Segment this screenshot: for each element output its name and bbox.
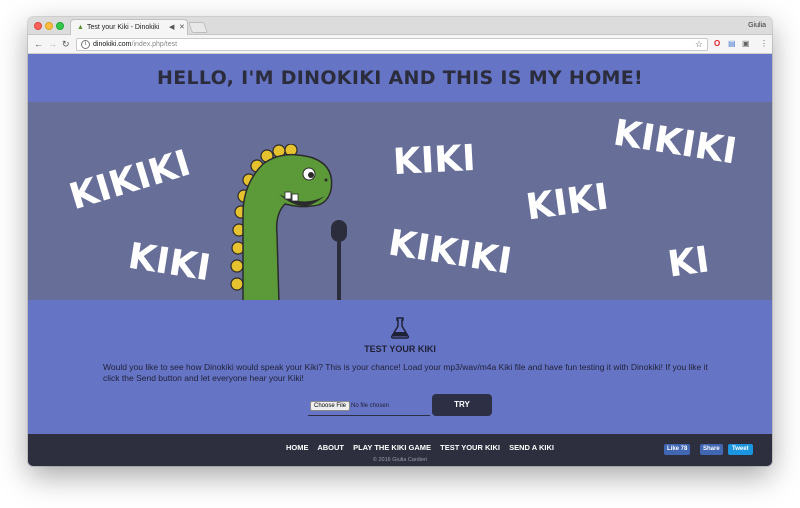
dino-favicon-icon: ▲ bbox=[77, 24, 84, 31]
test-section-description: Would you like to see how Dinokiki would… bbox=[103, 362, 708, 383]
page-title: HELLO, I'M DINOKIKI AND THIS IS MY HOME! bbox=[157, 67, 643, 89]
footer-link-about[interactable]: ABOUT bbox=[317, 443, 344, 452]
dinosaur-illustration bbox=[230, 144, 333, 300]
cast-icon[interactable]: ▣ bbox=[742, 39, 750, 49]
footer: HOME ABOUT PLAY THE KIKI GAME TEST YOUR … bbox=[28, 434, 772, 466]
browser-toolbar: ← → ↻ i dinokiki.com/index.php/test ☆ O … bbox=[28, 35, 772, 54]
try-button[interactable]: TRY bbox=[432, 394, 492, 416]
facebook-like-button[interactable]: Like 78 bbox=[664, 444, 691, 455]
footer-link-play-game[interactable]: PLAY THE KIKI GAME bbox=[353, 443, 431, 452]
facebook-share-button[interactable]: Share bbox=[700, 444, 723, 455]
url-text: dinokiki.com/index.php/test bbox=[93, 41, 177, 48]
footer-link-test-kiki[interactable]: TEST YOUR KIKI bbox=[440, 443, 500, 452]
menu-dots-icon[interactable]: ⋮ bbox=[760, 39, 768, 49]
minimize-window-button[interactable] bbox=[45, 22, 53, 30]
footer-link-send-kiki[interactable]: SEND A KIKI bbox=[509, 443, 554, 452]
flask-icon bbox=[390, 317, 410, 339]
close-tab-icon[interactable]: ✕ bbox=[179, 23, 185, 31]
maximize-window-button[interactable] bbox=[56, 22, 64, 30]
url-host: dinokiki.com bbox=[93, 41, 132, 48]
file-upload-input[interactable]: Choose File No file chosen bbox=[308, 399, 430, 416]
browser-tab[interactable]: ▲ Test your Kiki - Dinokiki ◀ ✕ bbox=[70, 19, 188, 36]
opera-extension-icon[interactable]: O bbox=[714, 39, 720, 49]
test-section-title: TEST YOUR KIKI bbox=[364, 344, 436, 354]
kiki-word: KIKIKI bbox=[610, 112, 740, 173]
new-tab-button[interactable] bbox=[187, 22, 209, 33]
copyright-text: © 2016 Giulia Cardieri bbox=[372, 457, 428, 463]
no-file-chosen-text: No file chosen bbox=[351, 403, 390, 409]
kiki-word: KIKIKI bbox=[64, 142, 196, 219]
tab-strip: ▲ Test your Kiki - Dinokiki ◀ ✕ Giulia bbox=[28, 17, 772, 36]
kiki-word: KIKIKI bbox=[385, 222, 515, 283]
microphone-illustration bbox=[331, 220, 347, 300]
choose-file-button[interactable]: Choose File bbox=[310, 401, 351, 411]
extension-icon[interactable]: ▤ bbox=[728, 39, 736, 49]
kiki-word: KI bbox=[665, 239, 712, 286]
address-bar[interactable]: i dinokiki.com/index.php/test ☆ bbox=[76, 38, 708, 51]
footer-link-home[interactable]: HOME bbox=[286, 443, 309, 452]
back-arrow-icon[interactable]: ← bbox=[34, 38, 43, 50]
tweet-button[interactable]: Tweet bbox=[728, 444, 753, 455]
kiki-word: KIKI bbox=[523, 176, 612, 229]
browser-window: ▲ Test your Kiki - Dinokiki ◀ ✕ Giulia ←… bbox=[28, 17, 772, 466]
info-icon[interactable]: i bbox=[81, 40, 90, 49]
bookmark-star-icon[interactable]: ☆ bbox=[695, 39, 703, 50]
kiki-word: KIKI bbox=[391, 137, 477, 184]
kiki-word: KIKI bbox=[125, 235, 214, 290]
profile-name[interactable]: Giulia bbox=[748, 22, 766, 29]
forward-arrow-icon[interactable]: → bbox=[48, 38, 57, 50]
speaker-icon[interactable]: ◀ bbox=[169, 23, 174, 31]
tab-title: Test your Kiki - Dinokiki bbox=[87, 24, 160, 31]
close-window-button[interactable] bbox=[34, 22, 42, 30]
web-page: HELLO, I'M DINOKIKI AND THIS IS MY HOME!… bbox=[28, 54, 772, 466]
url-path: /index.php/test bbox=[131, 41, 178, 48]
footer-nav: HOME ABOUT PLAY THE KIKI GAME TEST YOUR … bbox=[286, 443, 561, 452]
reload-icon[interactable]: ↻ bbox=[62, 38, 70, 50]
hero-banner: KIKIKI KIKI KIKI KIKIKI KIKI KIKIKI KI bbox=[28, 102, 772, 300]
